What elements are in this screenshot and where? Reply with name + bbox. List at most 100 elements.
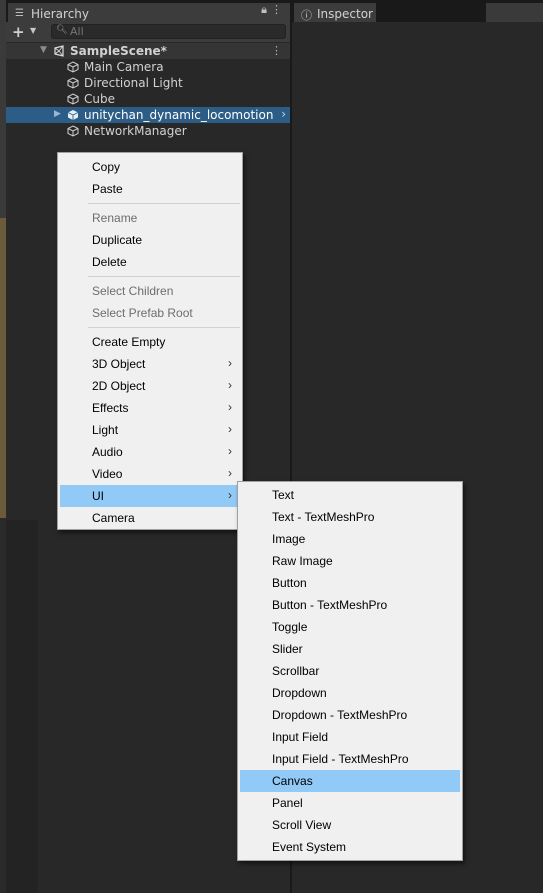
menu-separator xyxy=(88,203,240,204)
hierarchy-tab-bar: ☰ Hierarchy 🔒︎⋮ xyxy=(6,0,296,22)
foldout-closed-icon[interactable]: ▶ xyxy=(54,109,61,119)
submenu-chevron-icon: › xyxy=(228,422,232,436)
ui-submenu: Text Text - TextMeshPro Image Raw Image … xyxy=(237,481,463,861)
submenu-item-toggle[interactable]: Toggle xyxy=(240,616,460,638)
tree-item-network-manager[interactable]: NetworkManager xyxy=(6,123,290,139)
menu-item-label: Delete xyxy=(92,255,127,269)
menu-item-paste[interactable]: Paste xyxy=(60,178,240,200)
menu-item-label: Camera xyxy=(92,511,135,525)
unity-scene-icon xyxy=(54,45,64,57)
menu-item-light[interactable]: Light › xyxy=(60,419,240,441)
submenu-chevron-icon: › xyxy=(228,400,232,414)
submenu-chevron-icon: › xyxy=(228,488,232,502)
submenu-item-text-tmp[interactable]: Text - TextMeshPro xyxy=(240,506,460,528)
menu-item-camera[interactable]: Camera xyxy=(60,507,240,529)
submenu-item-button[interactable]: Button xyxy=(240,572,460,594)
submenu-item-dropdown-tmp[interactable]: Dropdown - TextMeshPro xyxy=(240,704,460,726)
menu-item-label: Light xyxy=(92,423,119,437)
submenu-chevron-icon: › xyxy=(228,356,232,370)
tree-item-label: NetworkManager xyxy=(84,124,187,138)
menu-item-label: 3D Object xyxy=(92,357,146,371)
hierarchy-toolbar: + ▼ 🔍︎ xyxy=(6,22,290,42)
submenu-item-scroll-view[interactable]: Scroll View xyxy=(240,814,460,836)
menu-item-label: Dropdown xyxy=(272,686,327,700)
chevron-right-icon[interactable]: › xyxy=(281,107,286,121)
submenu-chevron-icon: › xyxy=(228,378,232,392)
submenu-item-input-field-tmp[interactable]: Input Field - TextMeshPro xyxy=(240,748,460,770)
submenu-item-raw-image[interactable]: Raw Image xyxy=(240,550,460,572)
menu-item-2d-object[interactable]: 2D Object › xyxy=(60,375,240,397)
tree-item-label: unitychan_dynamic_locomotion xyxy=(84,108,274,122)
inspector-tab[interactable]: ⓘ Inspector xyxy=(294,3,376,22)
submenu-chevron-icon: › xyxy=(228,466,232,480)
menu-item-label: Button - TextMeshPro xyxy=(272,598,388,612)
menu-item-label: UI xyxy=(92,489,104,503)
menu-item-label: Video xyxy=(92,467,123,481)
tree-item-label: Main Camera xyxy=(84,60,164,74)
tree-item-directional-light[interactable]: Directional Light xyxy=(6,75,290,91)
menu-item-label: Text xyxy=(272,488,295,502)
kebab-menu-icon[interactable]: ⋮ xyxy=(271,3,286,16)
scene-kebab-icon[interactable]: ⋮ xyxy=(271,44,282,57)
submenu-item-panel[interactable]: Panel xyxy=(240,792,460,814)
menu-item-3d-object[interactable]: 3D Object › xyxy=(60,353,240,375)
menu-item-ui[interactable]: UI › xyxy=(60,485,240,507)
menu-item-audio[interactable]: Audio › xyxy=(60,441,240,463)
menu-item-video[interactable]: Video › xyxy=(60,463,240,485)
submenu-item-canvas[interactable]: Canvas xyxy=(240,770,460,792)
tab-actions: 🔒︎⋮ xyxy=(261,3,286,17)
menu-item-label: Select Children xyxy=(92,284,174,298)
menu-item-rename: Rename xyxy=(60,207,240,229)
menu-item-delete[interactable]: Delete xyxy=(60,251,240,273)
submenu-item-button-tmp[interactable]: Button - TextMeshPro xyxy=(240,594,460,616)
prefab-icon xyxy=(67,110,79,120)
tree-item-cube[interactable]: Cube xyxy=(6,91,290,107)
submenu-item-event-system[interactable]: Event System xyxy=(240,836,460,858)
menu-item-label: Text - TextMeshPro xyxy=(272,510,375,524)
menu-item-copy[interactable]: Copy xyxy=(60,156,240,178)
menu-item-label: 2D Object xyxy=(92,379,146,393)
submenu-item-input-field[interactable]: Input Field xyxy=(240,726,460,748)
list-icon: ☰ xyxy=(15,8,24,19)
tree-item-unitychan[interactable]: ▶ unitychan_dynamic_locomotion › xyxy=(6,107,290,123)
menu-item-duplicate[interactable]: Duplicate xyxy=(60,229,240,251)
hierarchy-tab[interactable]: ☰ Hierarchy xyxy=(8,3,296,22)
caret-down-icon[interactable]: ▼ xyxy=(30,26,36,35)
menu-item-select-prefab-root: Select Prefab Root xyxy=(60,302,240,324)
menu-item-select-children: Select Children xyxy=(60,280,240,302)
menu-item-label: Input Field xyxy=(272,730,329,744)
foldout-open-icon[interactable]: ▼ xyxy=(40,45,47,55)
inspector-tab-bar-fill xyxy=(486,3,543,22)
scene-row[interactable]: ▼ SampleScene* ⋮ xyxy=(6,43,290,59)
gameobject-icon xyxy=(67,61,79,73)
submenu-item-scrollbar[interactable]: Scrollbar xyxy=(240,660,460,682)
lock-icon[interactable]: 🔒︎ xyxy=(261,3,271,16)
add-icon[interactable]: + xyxy=(12,23,25,41)
menu-item-label: Scrollbar xyxy=(272,664,320,678)
menu-item-label: Paste xyxy=(92,182,123,196)
submenu-item-image[interactable]: Image xyxy=(240,528,460,550)
menu-item-label: Effects xyxy=(92,401,129,415)
menu-item-label: Dropdown - TextMeshPro xyxy=(272,708,408,722)
menu-item-effects[interactable]: Effects › xyxy=(60,397,240,419)
submenu-item-text[interactable]: Text xyxy=(240,484,460,506)
menu-item-label: Raw Image xyxy=(272,554,333,568)
menu-item-create-empty[interactable]: Create Empty xyxy=(60,331,240,353)
tree-item-main-camera[interactable]: Main Camera xyxy=(6,59,290,75)
submenu-item-dropdown[interactable]: Dropdown xyxy=(240,682,460,704)
menu-item-label: Create Empty xyxy=(92,335,166,349)
scene-name: SampleScene* xyxy=(70,44,167,58)
inspector-tab-bar: ⓘ Inspector xyxy=(292,0,543,22)
submenu-item-slider[interactable]: Slider xyxy=(240,638,460,660)
tree-item-label: Directional Light xyxy=(84,76,183,90)
search-input[interactable] xyxy=(70,25,270,38)
menu-item-label: Select Prefab Root xyxy=(92,306,193,320)
tree-item-label: Cube xyxy=(84,92,115,106)
submenu-chevron-icon: › xyxy=(228,444,232,458)
inspector-tab-label: Inspector xyxy=(317,7,373,21)
menu-item-label: Toggle xyxy=(272,620,308,634)
hierarchy-shadow-area xyxy=(6,520,38,893)
menu-item-label: Duplicate xyxy=(92,233,143,247)
search-field[interactable]: 🔍︎ xyxy=(51,24,286,39)
menu-item-label: Copy xyxy=(92,160,121,174)
